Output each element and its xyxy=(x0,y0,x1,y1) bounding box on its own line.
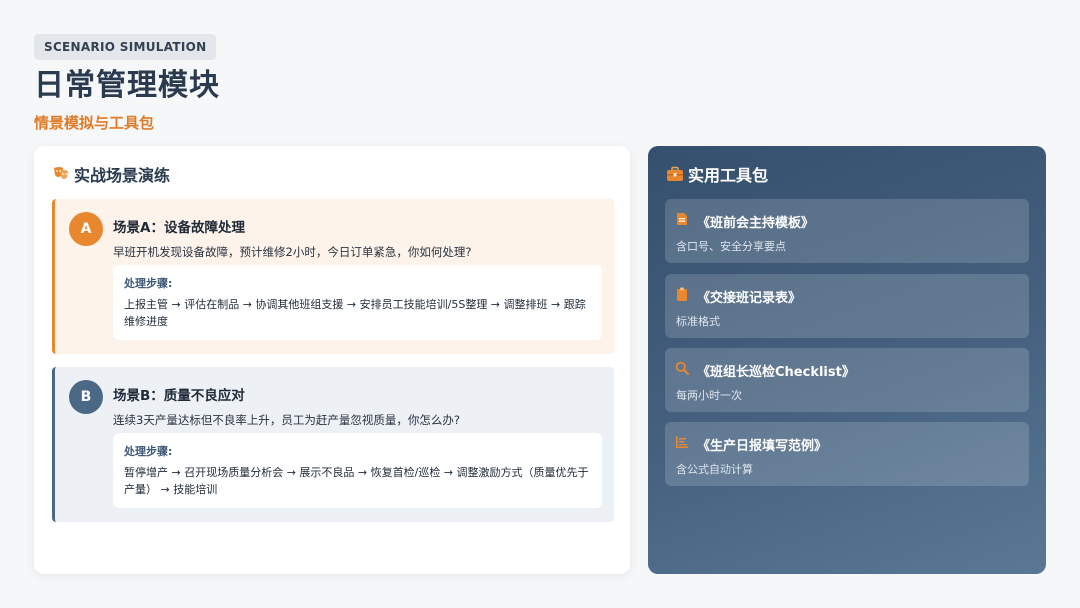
toolkit-card-title: 实用工具包 xyxy=(688,166,769,185)
scenario-badge: A xyxy=(69,212,103,246)
tool-subtitle: 标准格式 xyxy=(676,315,720,328)
scenario-a: A 场景A：设备故障处理 早班开机发现设备故障，预计维修2小时，今日订单紧急，你… xyxy=(52,199,614,354)
tool-item-meeting-template[interactable]: 《班前会主持模板》 含口号、安全分享要点 xyxy=(665,199,1029,263)
scenarios-card: 实战场景演练 A 场景A：设备故障处理 早班开机发现设备故障，预计维修2小时，今… xyxy=(34,146,630,574)
page-title: 日常管理模块 xyxy=(34,68,220,103)
scenarios-card-title: 实战场景演练 xyxy=(74,166,171,185)
scenario-badge: B xyxy=(69,380,103,414)
steps-label: 处理步骤: xyxy=(124,277,173,290)
scenarios-card-header: 实战场景演练 xyxy=(52,162,170,186)
tool-subtitle: 含公式自动计算 xyxy=(676,463,753,476)
tool-title: 《班前会主持模板》 xyxy=(697,216,815,231)
tool-subtitle: 含口号、安全分享要点 xyxy=(676,240,786,253)
toolkit-card: 实用工具包 《班前会主持模板》 含口号、安全分享要点 《交接班记录表》 标准格式… xyxy=(648,146,1046,574)
toolkit-card-header: 实用工具包 xyxy=(666,162,768,186)
theater-masks-icon xyxy=(52,165,70,183)
scenario-steps: 处理步骤: 暂停增产 → 召开现场质量分析会 → 展示不良品 → 恢复首检/巡检… xyxy=(113,433,602,508)
scenario-description: 连续3天产量达标但不良率上升，员工为赶产量忽视质量，你怎么办? xyxy=(113,413,460,427)
toolbox-icon xyxy=(666,165,684,183)
tool-item-handover-record[interactable]: 《交接班记录表》 标准格式 xyxy=(665,274,1029,338)
tool-subtitle: 每两小时一次 xyxy=(676,389,742,402)
clipboard-icon xyxy=(675,287,689,301)
scenario-description: 早班开机发现设备故障，预计维修2小时，今日订单紧急，你如何处理? xyxy=(113,245,472,259)
tool-title: 《交接班记录表》 xyxy=(697,291,802,306)
tool-item-inspection-checklist[interactable]: 《班组长巡检Checklist》 每两小时一次 xyxy=(665,348,1029,412)
list-icon xyxy=(675,435,689,449)
scenario-title: 场景A：设备故障处理 xyxy=(113,220,245,236)
tool-title: 《生产日报填写范例》 xyxy=(697,439,828,454)
page-subtitle: 情景模拟与工具包 xyxy=(34,114,155,132)
tool-title: 《班组长巡检Checklist》 xyxy=(697,365,855,380)
tool-item-daily-report[interactable]: 《生产日报填写范例》 含公式自动计算 xyxy=(665,422,1029,486)
steps-text: 暂停增产 → 召开现场质量分析会 → 展示不良品 → 恢复首检/巡检 → 调整激… xyxy=(124,466,589,496)
search-icon xyxy=(675,361,689,375)
steps-text: 上报主管 → 评估在制品 → 协调其他班组支援 → 安排员工技能培训/5S整理 … xyxy=(124,298,586,328)
section-tag: SCENARIO SIMULATION xyxy=(34,34,217,60)
scenario-title: 场景B：质量不良应对 xyxy=(113,388,245,404)
document-icon xyxy=(675,212,689,226)
scenario-b: B 场景B：质量不良应对 连续3天产量达标但不良率上升，员工为赶产量忽视质量，你… xyxy=(52,367,614,522)
steps-label: 处理步骤: xyxy=(124,445,173,458)
scenario-steps: 处理步骤: 上报主管 → 评估在制品 → 协调其他班组支援 → 安排员工技能培训… xyxy=(113,265,602,340)
